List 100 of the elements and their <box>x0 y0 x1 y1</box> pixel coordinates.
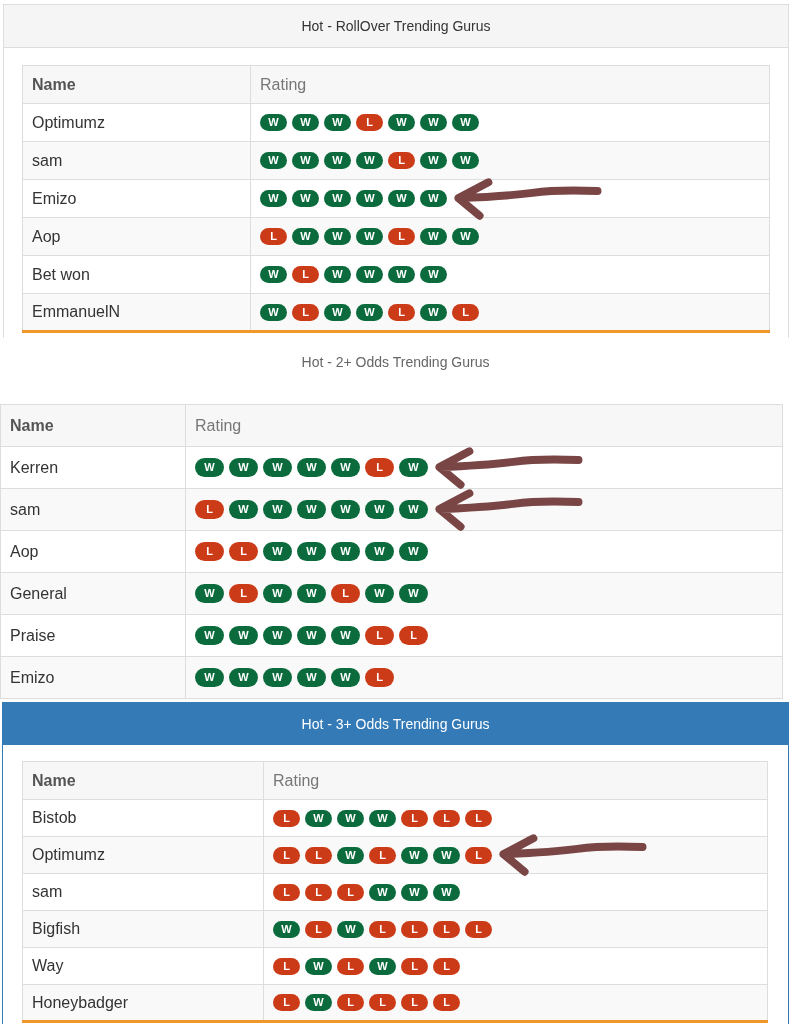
result-badge: W <box>305 994 332 1011</box>
result-badge: L <box>401 809 428 827</box>
result-badge: W <box>305 809 332 827</box>
result-badge: W <box>399 542 428 561</box>
result-badge: W <box>420 266 447 283</box>
result-badge: L <box>292 266 319 283</box>
result-badge: L <box>433 994 460 1011</box>
result-badge: W <box>356 152 383 169</box>
result-badge: W <box>297 668 326 687</box>
result-badge: W <box>292 152 319 169</box>
result-badge: W <box>433 846 460 864</box>
result-badge: L <box>433 957 460 975</box>
result-badge: L <box>229 584 258 603</box>
result-badge: L <box>465 846 492 864</box>
column-header: Name <box>22 761 264 800</box>
result-badge: W <box>324 190 351 207</box>
result-badge: W <box>388 266 415 283</box>
result-badge: W <box>420 114 447 131</box>
result-badge: W <box>356 190 383 207</box>
result-badge: W <box>399 584 428 603</box>
result-badge: L <box>465 920 492 938</box>
result-badge: W <box>324 228 351 245</box>
column-header: Name <box>0 404 186 447</box>
result-badge: W <box>399 500 428 519</box>
result-badge: W <box>229 626 258 645</box>
table-cell: sam <box>0 488 186 531</box>
panel-title: Hot - RollOver Trending Gurus <box>4 5 788 48</box>
table-cell: General <box>0 572 186 615</box>
table-cell: Praise <box>0 614 186 657</box>
result-badge: W <box>365 500 394 519</box>
result-badge: W <box>401 883 428 901</box>
result-badge: L <box>305 883 332 901</box>
result-badge: W <box>195 458 224 477</box>
result-badge: W <box>263 500 292 519</box>
result-badge: W <box>273 920 300 938</box>
result-badge: W <box>305 957 332 975</box>
column-header: Name <box>22 65 251 104</box>
result-badge: W <box>356 303 383 321</box>
result-badge: L <box>273 957 300 975</box>
result-badge: L <box>401 920 428 938</box>
result-badge: W <box>420 152 447 169</box>
result-badge: W <box>297 500 326 519</box>
table-cell: Emizo <box>22 179 251 218</box>
table-cell: Optimumz <box>22 836 264 874</box>
result-badge: L <box>388 152 415 169</box>
result-badge: W <box>420 303 447 321</box>
panel-title: Hot - 3+ Odds Trending Gurus <box>3 703 788 745</box>
result-badge: L <box>337 994 364 1011</box>
result-badge: W <box>260 303 287 321</box>
result-badge: W <box>420 190 447 207</box>
table-cell: Aop <box>0 530 186 573</box>
result-badge: W <box>229 458 258 477</box>
result-badge: W <box>388 190 415 207</box>
result-badge: L <box>195 542 224 561</box>
table-cell: Kerren <box>0 446 186 489</box>
result-badge: L <box>273 809 300 827</box>
result-badge: W <box>337 920 364 938</box>
result-badge: W <box>401 846 428 864</box>
result-badge: W <box>356 266 383 283</box>
table-cell: Bigfish <box>22 910 264 948</box>
result-badge: L <box>356 114 383 131</box>
result-badge: W <box>195 668 224 687</box>
result-badge: W <box>297 458 326 477</box>
result-badge: W <box>337 846 364 864</box>
result-badge: L <box>229 542 258 561</box>
table-cell: EmmanuelN <box>22 293 251 332</box>
result-badge: L <box>305 920 332 938</box>
result-badge: W <box>365 584 394 603</box>
result-badge: W <box>420 228 447 245</box>
result-badge: L <box>401 957 428 975</box>
table-cell: Emizo <box>0 656 186 699</box>
result-badge: L <box>292 303 319 321</box>
table-cell: Honeybadger <box>22 984 264 1022</box>
column-header: Rating <box>185 404 783 447</box>
result-badge: L <box>195 500 224 519</box>
result-badge: L <box>365 668 394 687</box>
result-badge: W <box>292 228 319 245</box>
result-badge: W <box>324 266 351 283</box>
result-badge: W <box>263 668 292 687</box>
result-badge: W <box>331 500 360 519</box>
result-badge: W <box>331 458 360 477</box>
result-badge: L <box>369 846 396 864</box>
result-badge: L <box>369 994 396 1011</box>
result-badge: L <box>331 584 360 603</box>
result-badge: W <box>452 114 479 131</box>
result-badge: W <box>263 626 292 645</box>
result-badge: L <box>260 228 287 245</box>
table-cell: Way <box>22 947 264 985</box>
result-badge: W <box>324 303 351 321</box>
result-badge: L <box>273 994 300 1011</box>
result-badge: W <box>263 542 292 561</box>
result-badge: L <box>273 883 300 901</box>
result-badge: L <box>365 458 394 477</box>
table-cell: sam <box>22 141 251 180</box>
result-badge: W <box>297 584 326 603</box>
result-badge: W <box>263 584 292 603</box>
column-header: Rating <box>263 761 768 800</box>
table-cell: sam <box>22 873 264 911</box>
result-badge: W <box>331 668 360 687</box>
result-badge: L <box>433 809 460 827</box>
